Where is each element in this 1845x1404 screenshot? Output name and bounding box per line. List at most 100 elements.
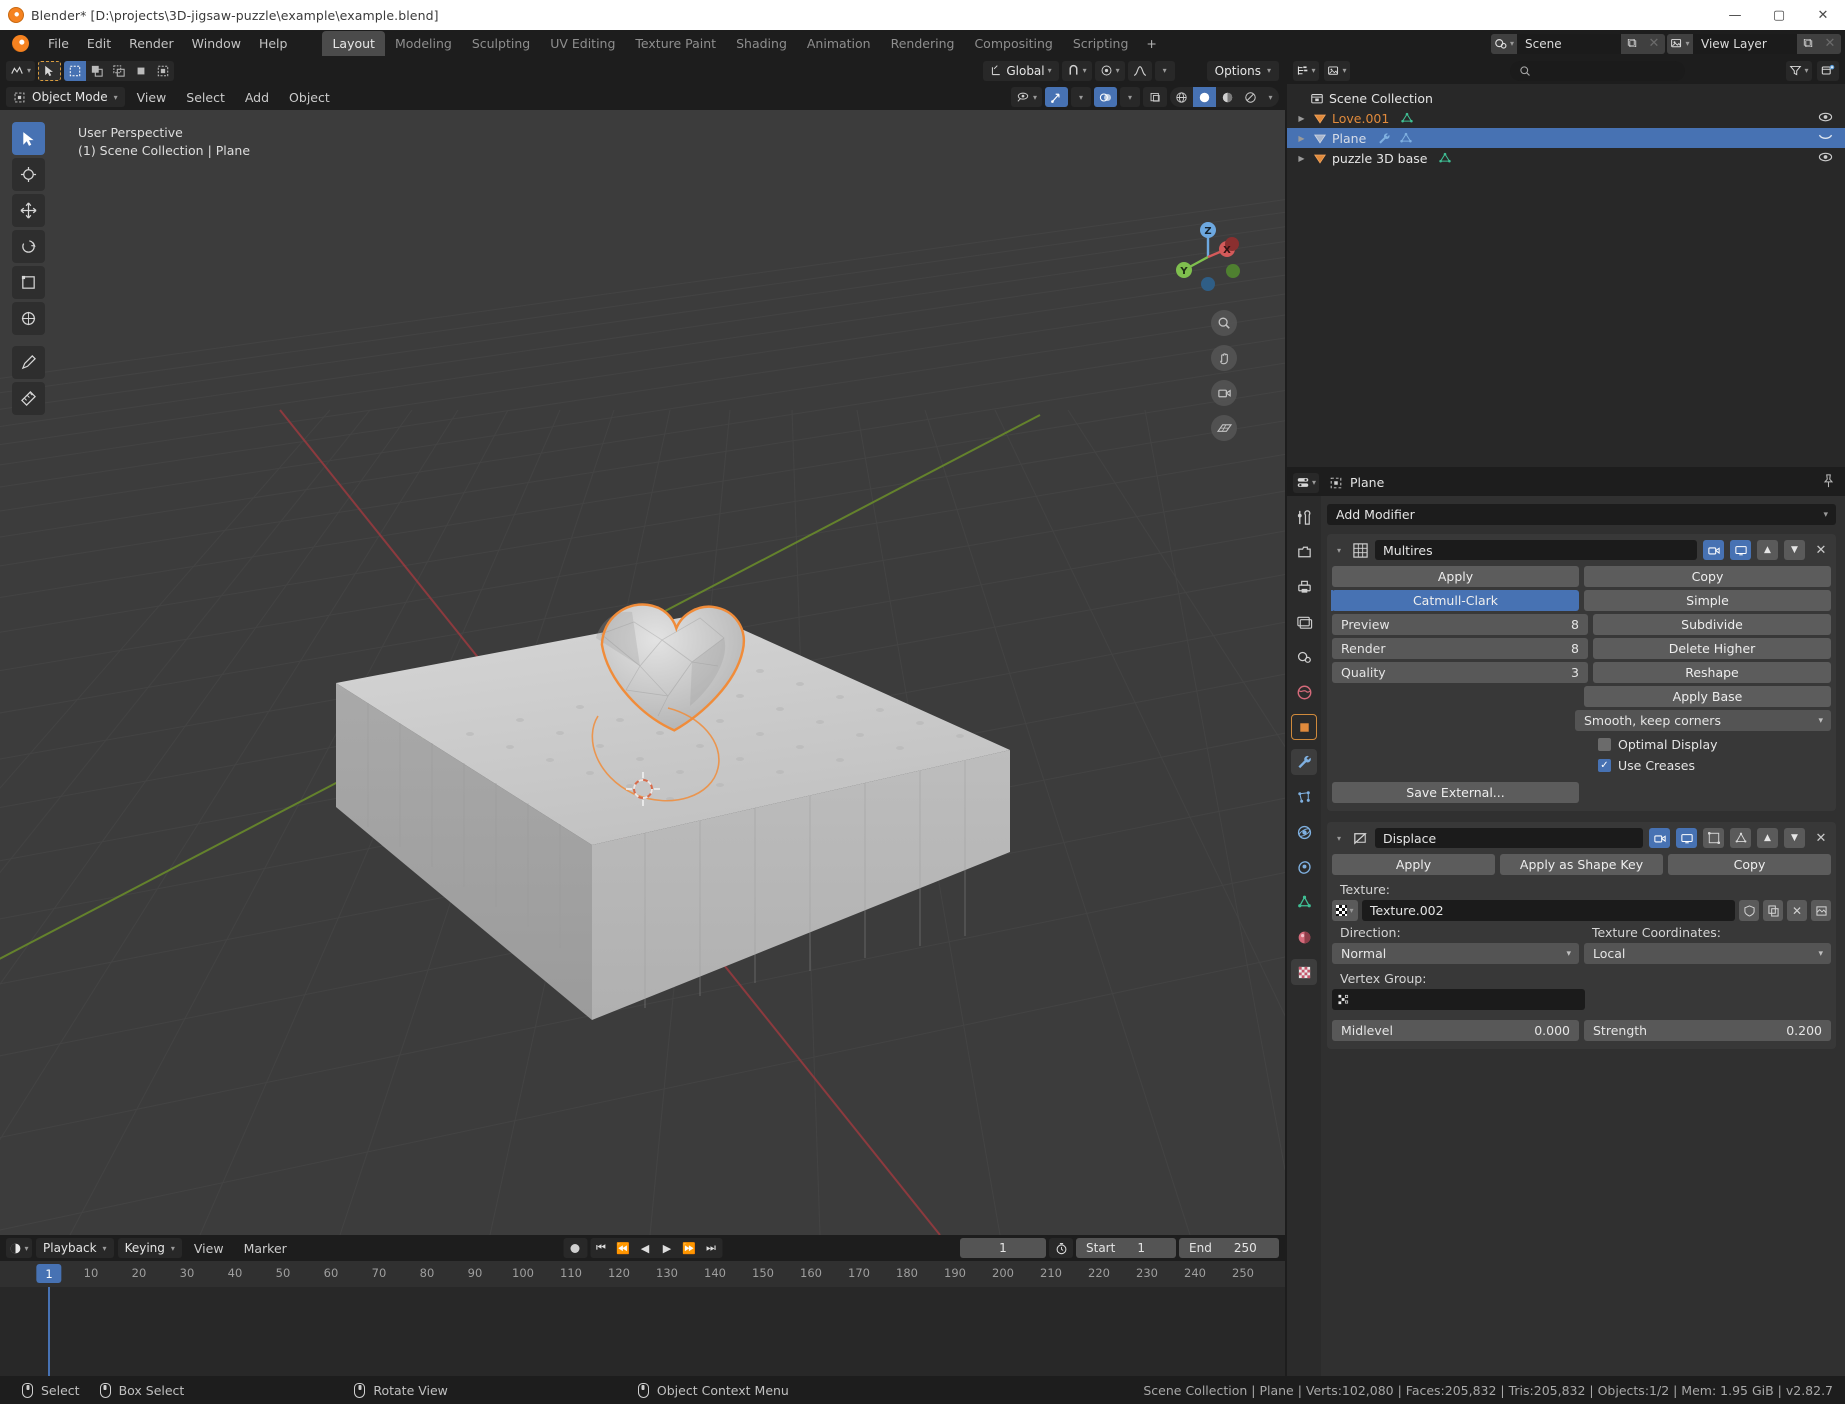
- menu-file[interactable]: File: [39, 32, 78, 55]
- workspace-tab-shading[interactable]: Shading: [726, 31, 797, 56]
- pin-icon[interactable]: [1822, 474, 1835, 492]
- workspace-tab-scripting[interactable]: Scripting: [1063, 31, 1139, 56]
- workspace-tab-uv-editing[interactable]: UV Editing: [540, 31, 625, 56]
- next-keyframe-button[interactable]: ⏩: [678, 1238, 700, 1258]
- workspace-tab-layout[interactable]: Layout: [322, 31, 385, 56]
- tab-constraints[interactable]: [1291, 854, 1317, 880]
- timeline-editor-type-selector[interactable]: ▾: [6, 1238, 32, 1258]
- timeline-menu-marker[interactable]: Marker: [236, 1238, 295, 1259]
- overlays-dropdown[interactable]: ▾: [1120, 87, 1140, 107]
- scene-unlink-button[interactable]: ✕: [1643, 34, 1665, 54]
- tab-view-layer[interactable]: [1291, 609, 1317, 635]
- 3d-viewport-canvas[interactable]: User Perspective (1) Scene Collection | …: [0, 110, 1285, 1235]
- workspace-tab-rendering[interactable]: Rendering: [881, 31, 965, 56]
- tool-cursor[interactable]: [12, 158, 45, 191]
- view-layer-name[interactable]: View Layer: [1693, 34, 1797, 54]
- view-layer-selector[interactable]: ▾ View Layer ⧉ ✕: [1667, 34, 1841, 54]
- viewport-menu-select[interactable]: Select: [178, 87, 233, 108]
- view-layer-unlink-button[interactable]: ✕: [1819, 34, 1841, 54]
- disclosure-triangle-icon[interactable]: ▶: [1295, 134, 1308, 143]
- timeline-playhead[interactable]: [48, 1287, 50, 1383]
- multires-use-creases-checkbox[interactable]: ✓ Use Creases: [1584, 755, 1831, 776]
- displace-close-button[interactable]: ✕: [1811, 828, 1831, 848]
- pan-hand-icon[interactable]: [1211, 345, 1237, 371]
- shading-rendered-icon[interactable]: [1239, 87, 1262, 107]
- outliner-search-input[interactable]: [1510, 61, 1685, 81]
- filter-funnel-icon[interactable]: ▾: [1786, 61, 1812, 81]
- texture-browse-icon[interactable]: ▾: [1332, 900, 1358, 921]
- displace-strength-field[interactable]: Strength 0.200: [1584, 1020, 1831, 1041]
- multires-simple-button[interactable]: Simple: [1584, 590, 1831, 611]
- outliner-item-love-001[interactable]: ▶ Love.001: [1287, 108, 1845, 128]
- multires-render-field[interactable]: Render 8: [1332, 638, 1588, 659]
- current-frame-field[interactable]: 1: [960, 1238, 1046, 1258]
- displace-move-up-button[interactable]: ▲: [1757, 828, 1778, 848]
- texture-unlink-x-icon[interactable]: ✕: [1787, 900, 1807, 921]
- disclosure-triangle-icon[interactable]: ▶: [1295, 154, 1308, 163]
- multires-catmull-clark-button[interactable]: Catmull-Clark: [1332, 590, 1579, 611]
- timeline-menu-view[interactable]: View: [186, 1238, 232, 1259]
- shading-wireframe-icon[interactable]: [1170, 87, 1193, 107]
- displace-apply-as-shape-key-button[interactable]: Apply as Shape Key: [1500, 854, 1663, 875]
- multires-move-down-button[interactable]: ▼: [1784, 540, 1805, 560]
- viewport-menu-add[interactable]: Add: [237, 87, 277, 108]
- displace-cage-toggle[interactable]: [1730, 828, 1751, 848]
- displace-collapse-triangle-icon[interactable]: ▾: [1332, 834, 1346, 843]
- tool-scale[interactable]: [12, 266, 45, 299]
- zoom-icon[interactable]: [1211, 310, 1237, 336]
- workspace-tab-compositing[interactable]: Compositing: [964, 31, 1062, 56]
- viewport-menu-object[interactable]: Object: [281, 87, 338, 108]
- visibility-eye-icon[interactable]: [1818, 111, 1833, 126]
- view-layer-icon[interactable]: ▾: [1667, 34, 1693, 54]
- use-creases-checkbox-box[interactable]: ✓: [1598, 759, 1611, 772]
- displace-midlevel-field[interactable]: Midlevel 0.000: [1332, 1020, 1579, 1041]
- minimize-button[interactable]: —: [1713, 0, 1757, 30]
- multires-realtime-toggle[interactable]: [1730, 540, 1751, 560]
- interaction-mode-selector[interactable]: Object Mode ▾: [6, 87, 125, 107]
- timeline-body[interactable]: [0, 1287, 1285, 1383]
- texture-shield-icon[interactable]: [1739, 900, 1759, 921]
- displace-vertex-group-field[interactable]: [1332, 989, 1585, 1010]
- proportional-edit-controls[interactable]: ▾: [1095, 61, 1125, 81]
- shading-dropdown[interactable]: ▾: [1262, 87, 1279, 107]
- displace-apply-button[interactable]: Apply: [1332, 854, 1495, 875]
- modifier-wrench-icon[interactable]: [1377, 132, 1391, 145]
- outliner-item-puzzle-3d-base[interactable]: ▶ puzzle 3D base: [1287, 148, 1845, 168]
- tab-tool[interactable]: [1291, 504, 1317, 530]
- multires-save-external-button[interactable]: Save External...: [1332, 782, 1579, 803]
- tool-annotate[interactable]: [12, 346, 45, 379]
- tool-move[interactable]: [12, 194, 45, 227]
- displace-move-down-button[interactable]: ▼: [1784, 828, 1805, 848]
- tab-scene[interactable]: [1291, 644, 1317, 670]
- add-modifier-button[interactable]: Add Modifier ▾: [1327, 504, 1836, 525]
- menu-edit[interactable]: Edit: [78, 32, 120, 55]
- play-button[interactable]: ▶: [656, 1238, 678, 1258]
- select-intersect-icon[interactable]: [152, 61, 174, 81]
- multires-collapse-triangle-icon[interactable]: ▾: [1332, 546, 1346, 555]
- tab-physics[interactable]: [1291, 819, 1317, 845]
- workspace-tab-modeling[interactable]: Modeling: [385, 31, 462, 56]
- viewport-options-button[interactable]: Options ▾: [1207, 61, 1279, 81]
- displace-texture-coordinates-dropdown[interactable]: Local ▾: [1584, 943, 1831, 964]
- timeline-menu-playback[interactable]: Playback▾: [36, 1238, 114, 1258]
- tool-transform[interactable]: [12, 302, 45, 335]
- multires-reshape-button[interactable]: Reshape: [1593, 662, 1831, 683]
- gizmo-dropdown[interactable]: ▾: [1071, 87, 1091, 107]
- snap-controls[interactable]: ▾: [1062, 61, 1092, 81]
- frame-end-field[interactable]: End 250: [1179, 1238, 1279, 1258]
- multires-name-field[interactable]: Multires: [1375, 540, 1697, 560]
- optimal-display-checkbox-box[interactable]: [1598, 738, 1611, 751]
- select-mode-segment[interactable]: [64, 61, 174, 81]
- tab-object-data[interactable]: [1291, 889, 1317, 915]
- displace-texture-field[interactable]: Texture.002: [1362, 900, 1735, 921]
- workspace-tab-animation[interactable]: Animation: [797, 31, 881, 56]
- displace-direction-dropdown[interactable]: Normal ▾: [1332, 943, 1579, 964]
- properties-editor-type-selector[interactable]: ▾: [1293, 473, 1319, 493]
- outliner-root-scene-collection[interactable]: Scene Collection: [1287, 88, 1845, 108]
- multires-optimal-display-checkbox[interactable]: Optimal Display: [1584, 734, 1831, 755]
- texture-copy-icon[interactable]: [1763, 900, 1783, 921]
- multires-apply-button[interactable]: Apply: [1332, 566, 1579, 587]
- multires-preview-field[interactable]: Preview 8: [1332, 614, 1588, 635]
- multires-subdivide-button[interactable]: Subdivide: [1593, 614, 1831, 635]
- tab-particles[interactable]: [1291, 784, 1317, 810]
